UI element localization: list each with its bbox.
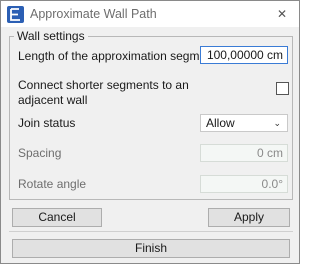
segment-length-input[interactable]: 100,00000 cm	[200, 46, 288, 64]
spacing-input[interactable]: 0 cm	[200, 144, 288, 162]
window-title: Approximate Wall Path	[30, 7, 157, 21]
rotate-angle-input[interactable]: 0.0°	[200, 175, 288, 193]
chevron-down-icon: ⌄	[273, 118, 281, 128]
group-title: Wall settings	[14, 29, 88, 43]
finish-button[interactable]: Finish	[12, 239, 290, 258]
dialog-window: Approximate Wall Path ✕ Wall settings Le…	[0, 0, 300, 264]
close-button[interactable]: ✕	[269, 3, 295, 25]
app-logo-icon	[7, 6, 24, 23]
join-status-label: Join status	[18, 116, 76, 130]
apply-button[interactable]: Apply	[208, 208, 290, 227]
cancel-button[interactable]: Cancel	[12, 208, 102, 227]
connect-shorter-checkbox[interactable]	[276, 82, 289, 95]
connect-shorter-label-line1: Connect shorter segments to an	[18, 78, 189, 92]
spacing-label: Spacing	[18, 146, 62, 160]
divider	[9, 231, 293, 232]
segment-length-label: Length of the approximation segment	[18, 49, 217, 63]
title-bar[interactable]: Approximate Wall Path ✕	[1, 1, 299, 27]
rotate-angle-label: Rotate angle	[18, 177, 87, 191]
connect-shorter-label-line2: adjacent wall	[18, 93, 88, 107]
close-icon: ✕	[276, 7, 288, 21]
join-status-select[interactable]: Allow ⌄	[200, 114, 288, 132]
join-status-value: Allow	[206, 116, 235, 130]
